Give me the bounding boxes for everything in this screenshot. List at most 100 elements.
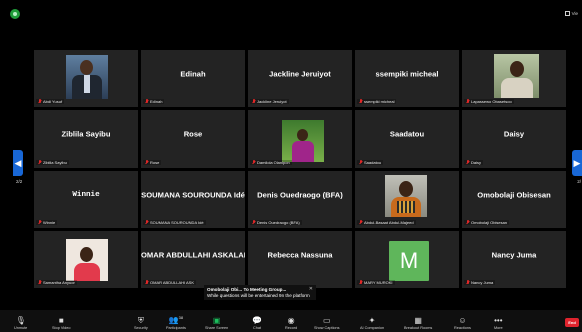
participant-display-name: ssempiki micheal [375,69,439,79]
participant-display-name: Denis Ouedraogo (BFA) [257,190,343,200]
participant-tile[interactable]: Nancy Juma Nancy Juma [462,230,566,288]
participant-video [66,238,108,281]
participant-tile[interactable]: Daisy Daisy [462,110,566,168]
participant-display-name: Rose [183,129,203,139]
security-button[interactable]: ⛨ Security [134,316,148,330]
participant-name-tag: Abdi Yusuf [36,99,65,105]
participant-tile[interactable]: Omobolaji Obisesan Omobolaji Obisesan [462,170,566,228]
participant-name-tag: SOUMANA SOUROUNDA Idé [143,219,206,225]
mic-icon: 🎙 [15,316,26,325]
muted-mic-icon [145,219,148,225]
previous-page-arrow[interactable]: ◀ [13,150,23,176]
participant-tile[interactable]: Rose Rose [141,110,245,168]
muted-mic-icon [252,159,255,165]
participant-display-name: Winnie [72,190,100,199]
participant-name-tag: OMAR ABDULLAHI ASK [143,280,197,285]
participant-video [494,54,539,98]
participant-tile[interactable]: Abdi Yusuf [34,50,138,108]
muted-mic-icon [466,159,469,165]
smile-icon: ☺ [458,316,467,325]
participant-name-tag: ssempiki micheal [357,99,397,105]
participant-tile[interactable]: Denis Ouedraogo (BFA) Denis Ouedraogo (B… [248,170,352,228]
participant-grid: Abdi Yusuf Edinah Edinah Jackline Jeruiy… [34,50,566,288]
chat-button[interactable]: 💬 Chat [252,316,262,330]
view-button[interactable]: Vie [564,11,578,16]
participant-tile[interactable]: M MARY MUROKI [355,230,459,288]
more-button[interactable]: ••• More [494,316,503,330]
page-indicator-left: 2/2 [16,179,23,184]
participant-tile[interactable]: Lapassewo Obasetsoo [462,50,566,108]
show-captions-button[interactable]: ▭ Show Captions [314,316,340,330]
participant-name-tag: Jackline Jeruiyot [250,99,289,105]
participant-tile[interactable]: Rebecca Nassuna [248,230,352,288]
ai-companion-button[interactable]: ✦ AI Companion [360,316,384,330]
muted-mic-icon [359,99,362,104]
participant-tile[interactable]: Saadatou Saadatou [355,110,459,168]
breakout-rooms-button[interactable]: ▦ Breakout Rooms [404,316,432,330]
participant-name-tag: Edinah [143,99,165,105]
muted-mic-icon [359,280,362,285]
view-label: Vie [571,11,578,16]
participant-name-tag: Nancy Juma [464,280,496,285]
share-icon: ▣ [212,316,221,325]
more-icon: ••• [494,316,503,325]
participant-tile[interactable]: Damilola Olanipon [248,110,352,168]
muted-mic-icon [38,99,41,104]
participant-name-tag: Saadatou [357,159,384,165]
muted-mic-icon [466,280,469,285]
participant-tile[interactable]: Abdul-Basaat Abdul-Majeed [355,170,459,228]
participant-display-name: Rebecca Nassuna [267,250,333,260]
participant-name-tag: Lapassewo Obasetsoo [464,99,514,105]
participant-tile[interactable]: SOUMANA SOUROUNDA Idé SOUMANA SOUROUNDA … [141,170,245,228]
shield-icon: ⛨ [137,316,144,325]
participant-video-abdi-yusuf [66,55,108,99]
end-meeting-button[interactable]: End [565,318,579,327]
participant-name-tag: Omobolaji Obisesan [464,219,510,225]
participants-button[interactable]: 👥38 Participants [166,313,186,330]
participant-tile[interactable]: Winnie Winnie [34,170,138,228]
participant-display-name: Ziblila Sayibu [61,129,111,139]
participant-initial-avatar: M [389,240,429,281]
participant-name-tag: Winnie [36,219,58,225]
participant-name-tag: Daisy [464,159,484,165]
participant-display-name: Saadatou [389,129,425,139]
participant-video [385,174,427,217]
next-page-arrow[interactable]: ▶ [572,150,582,176]
participant-tile[interactable]: OMAR ABDULLAHI ASKALAN OMAR ABDULLAHI AS… [141,230,245,288]
chat-message: While questions will be entertained 9n t… [207,293,310,298]
reactions-button[interactable]: ☺ Reactions [454,316,471,330]
muted-mic-icon [145,280,148,285]
unmute-button[interactable]: 🎙 Unmute [14,316,27,330]
record-button[interactable]: ◉ Record [285,316,297,330]
participant-display-name: Jackline Jeruiyot [269,69,331,79]
close-icon[interactable]: ✕ [309,286,313,292]
muted-mic-icon [359,219,362,225]
participant-name-tag: Damilola Olanipon [250,159,292,165]
grid-view-icon [564,11,570,16]
sparkle-icon: ✦ [368,316,376,325]
chat-notification-popup[interactable]: Omobolaji Obi... To Meeting Group... ✕ W… [204,285,316,300]
participant-video [282,120,324,163]
chat-icon: 💬 [252,316,262,325]
participant-name-tag: Samantha Anyuor [36,280,77,285]
participant-tile[interactable]: ssempiki micheal ssempiki micheal [355,50,459,108]
security-shield-icon[interactable] [10,9,20,19]
muted-mic-icon [38,159,41,165]
participant-tile[interactable]: Samantha Anyuor [34,230,138,288]
share-screen-button[interactable]: ▣ Share Screen [205,316,228,330]
participant-name-tag: Ziblila Sayibu [36,159,69,165]
muted-mic-icon [145,159,148,165]
muted-mic-icon [466,219,469,225]
stop-video-button[interactable]: ■ Stop Video [52,316,71,330]
participant-tile[interactable]: Jackline Jeruiyot Jackline Jeruiyot [248,50,352,108]
grid-icon: ▦ [414,316,422,325]
muted-mic-icon [145,99,148,104]
participant-name-tag: Denis Ouedraogo (BFA) [250,219,302,225]
participant-tile[interactable]: Ziblila Sayibu Ziblila Sayibu [34,110,138,168]
muted-mic-icon [252,99,255,104]
participant-tile[interactable]: Edinah Edinah [141,50,245,108]
participant-display-name: OMAR ABDULLAHI ASKALAN [141,250,245,260]
participant-display-name: Nancy Juma [491,250,537,260]
muted-mic-icon [466,99,469,104]
muted-mic-icon [252,219,255,225]
